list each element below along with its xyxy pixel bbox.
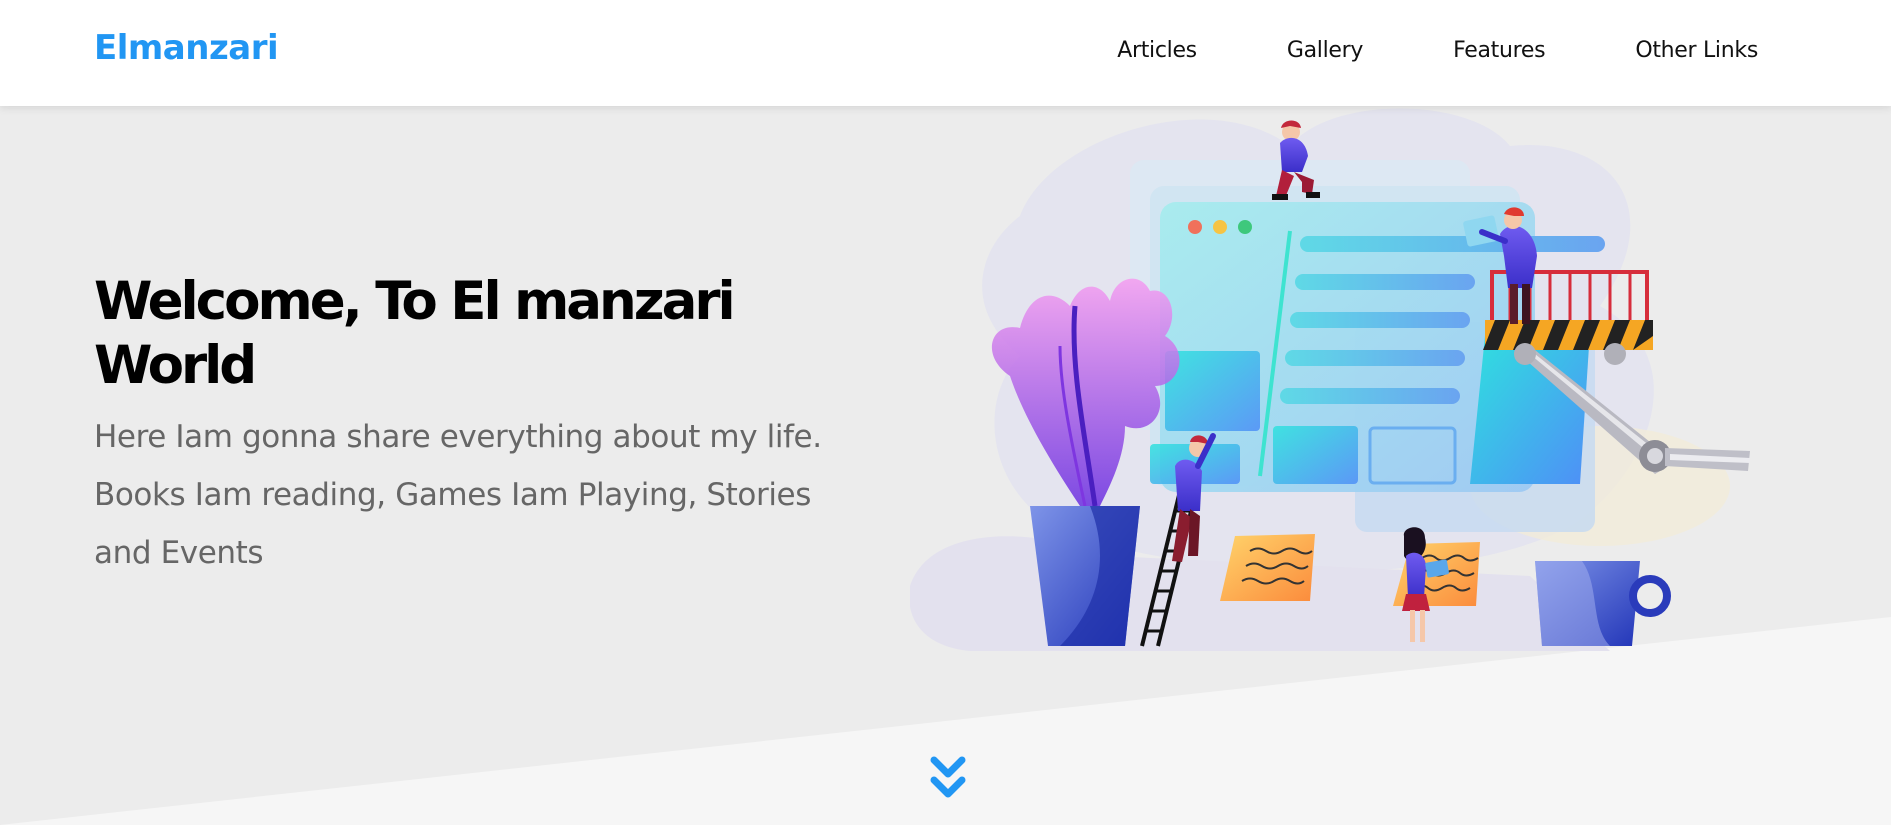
nav-link-other-links[interactable]: Other Links [1635, 38, 1758, 63]
nav-link-articles[interactable]: Articles [1117, 38, 1197, 63]
nav-link-features[interactable]: Features [1453, 38, 1546, 63]
nav-link-gallery[interactable]: Gallery [1287, 38, 1364, 63]
web-design-team-illustration [910, 108, 1750, 651]
double-chevron-down-icon[interactable] [930, 756, 966, 802]
main-nav: Articles Gallery Features Other Links [1027, 38, 1758, 63]
site-logo[interactable]: Elmanzari [94, 28, 279, 68]
hero-text: Welcome, To El manzari World Here Iam go… [94, 270, 854, 582]
landing-section: Welcome, To El manzari World Here Iam go… [0, 106, 1891, 825]
site-header: Elmanzari Articles Gallery Features Othe… [0, 0, 1891, 106]
hero-title: Welcome, To El manzari World [94, 271, 736, 396]
hero-description: Here Iam gonna share everything about my… [94, 419, 822, 571]
